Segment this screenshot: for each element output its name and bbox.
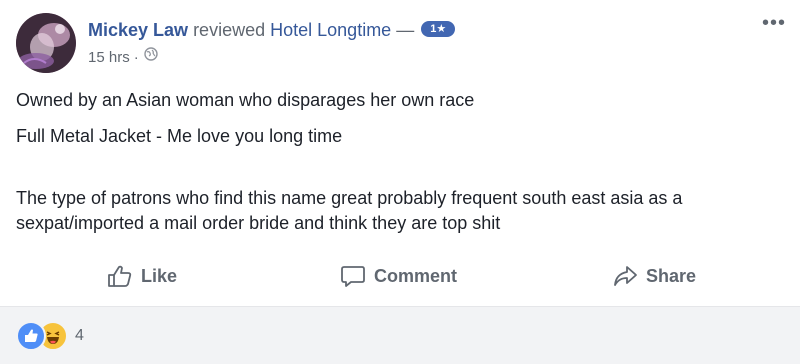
header-dash: — [396,20,415,40]
action-verb: reviewed [193,20,266,40]
action-bar: Like Comment Share [0,254,800,298]
reactions-summary[interactable]: 4 [16,321,84,351]
like-label: Like [141,265,178,286]
avatar[interactable] [16,13,76,73]
comment-label: Comment [374,265,458,286]
share-label: Share [646,265,697,286]
reviewed-page-link[interactable]: Hotel Longtime [270,20,391,40]
meta-separator: · [133,49,139,66]
body-paragraph-3: The type of patrons who find this name g… [16,188,683,233]
body-paragraph-2: Full Metal Jacket - Me love you long tim… [16,126,343,146]
share-icon [614,266,637,286]
reaction-count: 4 [75,327,84,344]
globe-icon[interactable] [144,47,158,67]
thumbs-up-icon [108,265,132,287]
rating-badge: 1★ [421,21,456,38]
post-header: Mickey Law reviewed Hotel Longtime — 1★ [88,18,456,42]
post-meta: 15 hrs · [88,47,158,68]
body-paragraph-1: Owned by an Asian woman who disparages h… [16,90,475,110]
review-post: Mickey Law reviewed Hotel Longtime — 1★ … [0,0,800,364]
more-options-icon[interactable]: ••• [762,13,786,33]
author-name[interactable]: Mickey Law [88,20,188,40]
reactions-footer: 4 [0,306,800,364]
share-button[interactable]: Share [612,254,696,298]
like-button[interactable]: Like [107,254,177,298]
comment-icon [341,266,365,287]
timestamp[interactable]: 15 hrs [88,49,130,66]
like-reaction-icon [16,321,46,351]
comment-button[interactable]: Comment [340,254,457,298]
